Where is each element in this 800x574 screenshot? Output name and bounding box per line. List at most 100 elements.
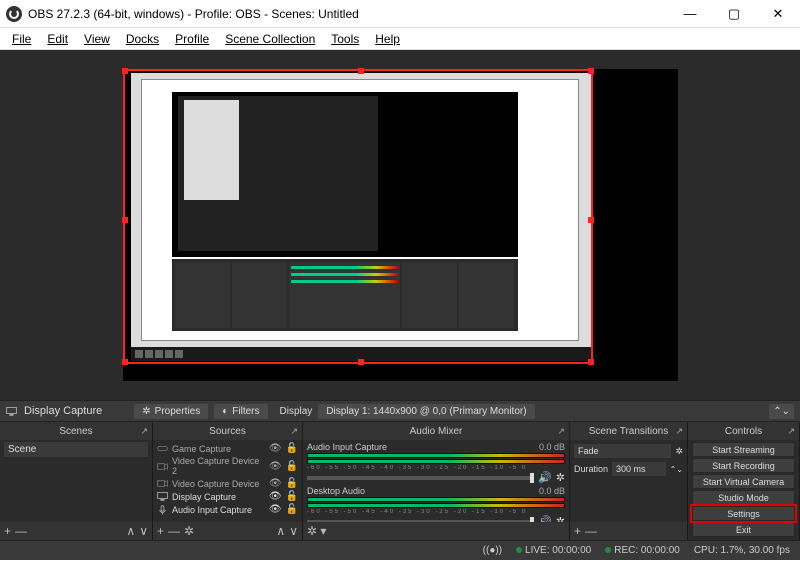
add-scene[interactable]: +: [4, 524, 11, 538]
source-down[interactable]: ∨: [289, 524, 298, 538]
mixer-track-name: Desktop Audio: [307, 486, 365, 496]
mixer-footer: ✲ ▾: [303, 522, 569, 540]
source-label: Game Capture: [172, 444, 231, 454]
camera-icon: [157, 478, 168, 489]
source-label: Video Capture Device: [172, 479, 259, 489]
display-label: Display: [280, 406, 313, 417]
duration-stepper[interactable]: ⌃⌄: [670, 465, 683, 474]
remove-scene[interactable]: —: [15, 524, 27, 538]
settings-button[interactable]: Settings: [692, 506, 795, 521]
eye-icon[interactable]: 👁: [269, 491, 282, 502]
duration-input[interactable]: 300 ms: [612, 462, 666, 476]
audio-meter: [307, 453, 565, 458]
source-item[interactable]: Display Capture👁🔓: [157, 490, 298, 503]
eye-icon[interactable]: 👁: [269, 504, 282, 515]
start-recording-button[interactable]: Start Recording: [692, 458, 795, 473]
camera-icon: [157, 461, 168, 472]
cpu-status: CPU: 1.7%, 30.00 fps: [694, 545, 790, 556]
menu-profile[interactable]: Profile: [169, 30, 215, 48]
mic-icon: [157, 504, 168, 515]
source-item[interactable]: Game Capture 👁 🔓: [157, 442, 298, 455]
window-title: OBS 27.2.3 (64-bit, windows) - Profile: …: [28, 7, 668, 21]
menu-edit[interactable]: Edit: [41, 30, 74, 48]
live-dot-icon: [516, 547, 522, 553]
add-source[interactable]: +: [157, 524, 164, 538]
gear-icon[interactable]: ✲: [556, 471, 565, 484]
scenes-title: Scenes: [59, 426, 92, 437]
selection-outline[interactable]: [123, 69, 593, 364]
source-updown[interactable]: ⌃⌄: [769, 404, 794, 419]
preview-canvas[interactable]: [123, 69, 678, 381]
transition-select[interactable]: Fade: [574, 444, 671, 458]
volume-slider[interactable]: [307, 476, 534, 480]
lock-icon[interactable]: 🔓: [286, 478, 298, 489]
transition-gear-icon[interactable]: ✲: [675, 446, 683, 457]
transitions-footer: + —: [570, 522, 687, 540]
statusbar: ((●)) LIVE: 00:00:00 REC: 00:00:00 CPU: …: [0, 540, 800, 560]
menu-help[interactable]: Help: [369, 30, 406, 48]
scene-item[interactable]: Scene: [4, 442, 148, 457]
maximize-button[interactable]: ▢: [712, 0, 756, 28]
source-up[interactable]: ∧: [276, 524, 285, 538]
menu-tools[interactable]: Tools: [325, 30, 365, 48]
popout-icon[interactable]: ↗: [787, 426, 795, 437]
start-streaming-button[interactable]: Start Streaming: [692, 442, 795, 457]
sources-panel: Sources↗ Game Capture👁🔓Video Capture Dev…: [153, 422, 303, 540]
transitions-title: Scene Transitions: [589, 426, 669, 437]
selected-source: Display Capture: [24, 405, 102, 417]
lock-icon[interactable]: 🔓: [286, 491, 298, 502]
remove-transition[interactable]: —: [585, 524, 597, 538]
speaker-icon[interactable]: 🔊: [538, 471, 552, 484]
add-transition[interactable]: +: [574, 524, 581, 538]
preview-area[interactable]: [0, 50, 800, 400]
speaker-icon[interactable]: 🔊: [538, 515, 552, 522]
display-select[interactable]: Display 1: 1440x900 @ 0,0 (Primary Monit…: [318, 404, 534, 419]
start-virtual-camera-button[interactable]: Start Virtual Camera: [692, 474, 795, 489]
studio-mode-button[interactable]: Studio Mode: [692, 490, 795, 505]
scene-down[interactable]: ∨: [139, 524, 148, 538]
menubar: File Edit View Docks Profile Scene Colle…: [0, 28, 800, 50]
popout-icon[interactable]: ↗: [290, 426, 298, 437]
source-label: Audio Input Capture: [172, 505, 252, 515]
menu-view[interactable]: View: [78, 30, 116, 48]
source-item[interactable]: Video Capture Device 👁 🔓: [157, 477, 298, 490]
lock-icon[interactable]: 🔓: [286, 504, 298, 515]
exit-button[interactable]: Exit: [692, 522, 795, 537]
rec-dot-icon: [605, 547, 611, 553]
remove-source[interactable]: —: [168, 524, 180, 538]
gear-icon[interactable]: ✲: [556, 515, 565, 522]
source-props[interactable]: ✲: [184, 524, 194, 538]
eye-icon[interactable]: 👁: [269, 443, 282, 454]
menu-scene-collection[interactable]: Scene Collection: [219, 30, 321, 48]
source-label: Video Capture Device 2: [172, 456, 265, 476]
eye-icon[interactable]: 👁: [269, 461, 282, 472]
minimize-button[interactable]: —: [668, 0, 712, 28]
audio-mixer-panel: Audio Mixer↗ Audio Input Capture0.0 dB-6…: [303, 422, 570, 540]
volume-slider[interactable]: [307, 520, 534, 523]
popout-icon[interactable]: ↗: [140, 426, 148, 437]
audio-meter: [307, 497, 565, 502]
docks: Scenes ↗ Scene + — ∧ ∨ Sources ↗ Game Capt…: [0, 422, 800, 540]
popout-icon[interactable]: ↗: [675, 426, 683, 437]
live-status: LIVE: 00:00:00: [525, 545, 591, 556]
obs-icon: [6, 6, 22, 22]
menu-docks[interactable]: Docks: [120, 30, 165, 48]
mixer-ticks: -60 -55 -50 -45 -40 -35 -30 -25 -20 -15 …: [307, 509, 565, 515]
sources-title: Sources: [209, 426, 246, 437]
source-item[interactable]: Audio Input Capture 👁 🔓: [157, 503, 298, 516]
scenes-footer: + — ∧ ∨: [0, 522, 152, 540]
popout-icon[interactable]: ↗: [557, 426, 565, 437]
source-item[interactable]: Video Capture Device 2 👁 🔓: [157, 455, 298, 477]
mixer-track-name: Audio Input Capture: [307, 442, 387, 452]
lock-icon[interactable]: 🔓: [286, 461, 298, 472]
filters-button[interactable]: ◐ Filters: [214, 404, 267, 419]
eye-icon[interactable]: 👁: [269, 478, 282, 489]
filter-icon: ◐: [222, 406, 228, 417]
properties-button[interactable]: ✲ Properties: [134, 404, 208, 419]
monitor-icon: [157, 491, 168, 502]
close-button[interactable]: ✕: [756, 0, 800, 28]
menu-file[interactable]: File: [6, 30, 37, 48]
lock-icon[interactable]: 🔓: [286, 443, 298, 454]
mixer-menu-icon[interactable]: ✲ ▾: [307, 524, 326, 538]
scene-up[interactable]: ∧: [126, 524, 135, 538]
